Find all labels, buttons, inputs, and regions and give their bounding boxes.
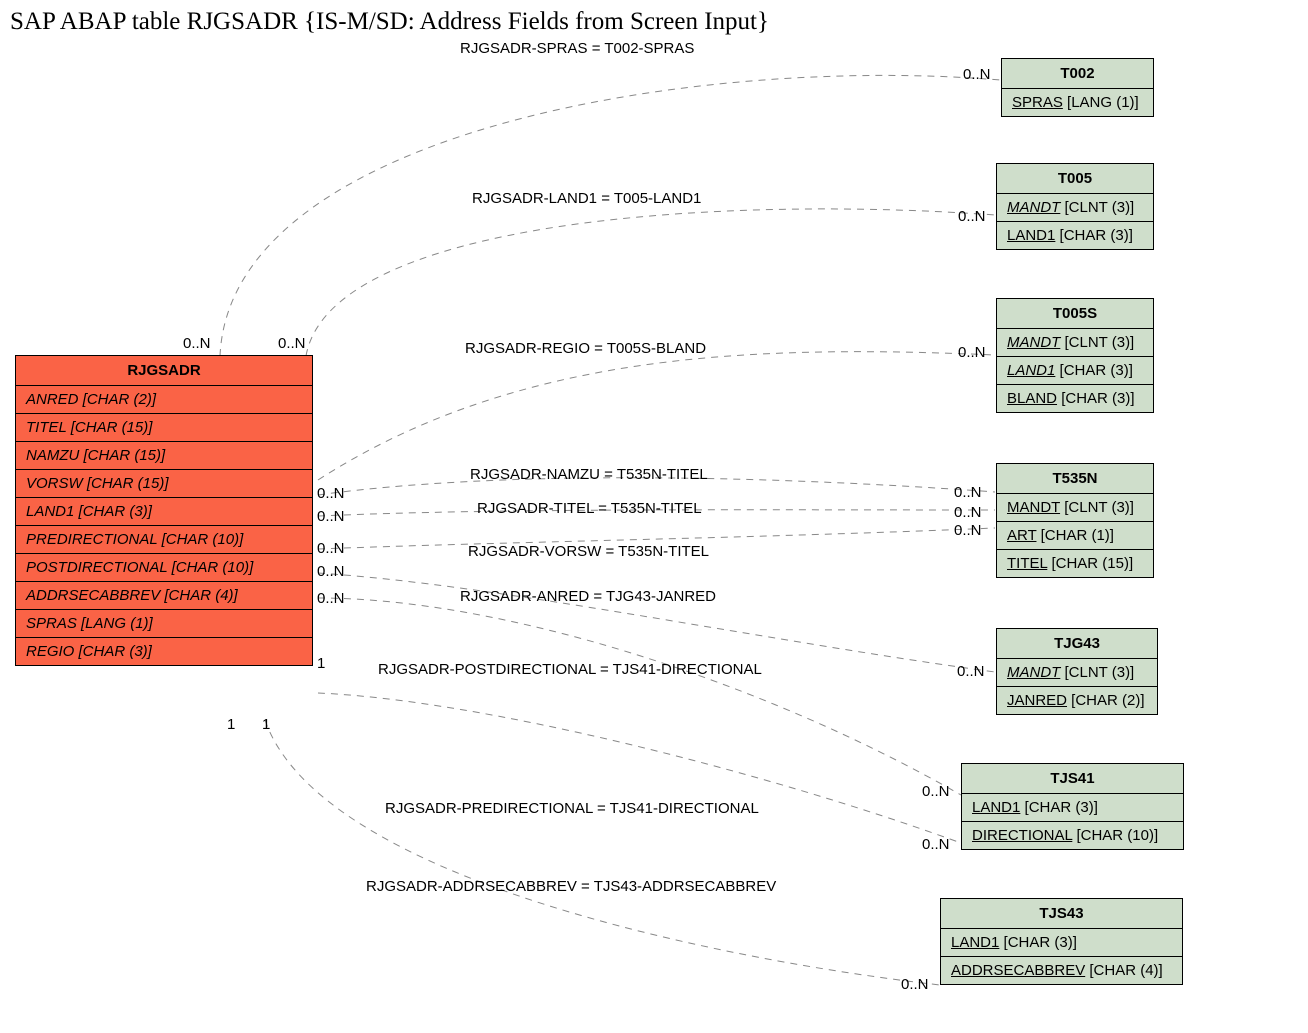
entity-row: SPRAS [LANG (1)] xyxy=(1002,89,1153,116)
relation-label: RJGSADR-SPRAS = T002-SPRAS xyxy=(460,40,694,57)
relation-label: RJGSADR-POSTDIRECTIONAL = TJS41-DIRECTIO… xyxy=(378,661,762,678)
relation-label: RJGSADR-ANRED = TJG43-JANRED xyxy=(460,588,716,605)
page-title: SAP ABAP table RJGSADR {IS-M/SD: Address… xyxy=(10,8,769,36)
entity-header: T005S xyxy=(997,299,1153,329)
cardinality: 0..N xyxy=(317,508,345,525)
entity-row: ART [CHAR (1)] xyxy=(997,522,1153,550)
entity-row: LAND1 [CHAR (3)] xyxy=(997,357,1153,385)
entity-row: BLAND [CHAR (3)] xyxy=(997,385,1153,412)
cardinality: 0..N xyxy=(317,540,345,557)
entity-rjgsadr: RJGSADR ANRED [CHAR (2)] TITEL [CHAR (15… xyxy=(15,355,313,666)
cardinality: 0..N xyxy=(954,522,982,539)
entity-row: DIRECTIONAL [CHAR (10)] xyxy=(962,822,1183,849)
entity-row: ADDRSECABBREV [CHAR (4)] xyxy=(16,582,312,610)
entity-header-rjgsadr: RJGSADR xyxy=(16,356,312,386)
entity-header: TJG43 xyxy=(997,629,1157,659)
entity-t002: T002 SPRAS [LANG (1)] xyxy=(1001,58,1154,117)
cardinality: 0..N xyxy=(958,208,986,225)
relation-label: RJGSADR-NAMZU = T535N-TITEL xyxy=(470,466,708,483)
entity-row: LAND1 [CHAR (3)] xyxy=(962,794,1183,822)
entity-row: TITEL [CHAR (15)] xyxy=(997,550,1153,577)
cardinality: 0..N xyxy=(317,563,345,580)
relation-label: RJGSADR-REGIO = T005S-BLAND xyxy=(465,340,706,357)
relation-label: RJGSADR-TITEL = T535N-TITEL xyxy=(477,500,702,517)
entity-row: VORSW [CHAR (15)] xyxy=(16,470,312,498)
cardinality: 0..N xyxy=(922,783,950,800)
cardinality: 1 xyxy=(262,716,270,733)
cardinality: 1 xyxy=(227,716,235,733)
entity-header: TJS43 xyxy=(941,899,1182,929)
entity-row: REGIO [CHAR (3)] xyxy=(16,638,312,665)
entity-header: T535N xyxy=(997,464,1153,494)
entity-row: MANDT [CLNT (3)] xyxy=(997,329,1153,357)
entity-row: TITEL [CHAR (15)] xyxy=(16,414,312,442)
entity-header: TJS41 xyxy=(962,764,1183,794)
entity-row: MANDT [CLNT (3)] xyxy=(997,194,1153,222)
entity-t005: T005 MANDT [CLNT (3)] LAND1 [CHAR (3)] xyxy=(996,163,1154,250)
entity-row: JANRED [CHAR (2)] xyxy=(997,687,1157,714)
entity-row: ADDRSECABBREV [CHAR (4)] xyxy=(941,957,1182,984)
entity-tjg43: TJG43 MANDT [CLNT (3)] JANRED [CHAR (2)] xyxy=(996,628,1158,715)
relation-label: RJGSADR-PREDIRECTIONAL = TJS41-DIRECTION… xyxy=(385,800,759,817)
entity-t535n: T535N MANDT [CLNT (3)] ART [CHAR (1)] TI… xyxy=(996,463,1154,578)
entity-row: NAMZU [CHAR (15)] xyxy=(16,442,312,470)
relation-label: RJGSADR-VORSW = T535N-TITEL xyxy=(468,543,709,560)
entity-row: PREDIRECTIONAL [CHAR (10)] xyxy=(16,526,312,554)
entity-row: MANDT [CLNT (3)] xyxy=(997,659,1157,687)
cardinality: 0..N xyxy=(317,485,345,502)
entity-tjs43: TJS43 LAND1 [CHAR (3)] ADDRSECABBREV [CH… xyxy=(940,898,1183,985)
entity-row: MANDT [CLNT (3)] xyxy=(997,494,1153,522)
entity-row: SPRAS [LANG (1)] xyxy=(16,610,312,638)
entity-header: T002 xyxy=(1002,59,1153,89)
cardinality: 0..N xyxy=(183,335,211,352)
entity-row: POSTDIRECTIONAL [CHAR (10)] xyxy=(16,554,312,582)
cardinality: 0..N xyxy=(278,335,306,352)
cardinality: 0..N xyxy=(901,976,929,993)
relation-label: RJGSADR-ADDRSECABBREV = TJS43-ADDRSECABB… xyxy=(366,878,776,895)
cardinality: 0..N xyxy=(317,590,345,607)
entity-row: LAND1 [CHAR (3)] xyxy=(16,498,312,526)
entity-row: LAND1 [CHAR (3)] xyxy=(997,222,1153,249)
entity-row: ANRED [CHAR (2)] xyxy=(16,386,312,414)
cardinality: 0..N xyxy=(963,66,991,83)
cardinality: 0..N xyxy=(954,484,982,501)
entity-t005s: T005S MANDT [CLNT (3)] LAND1 [CHAR (3)] … xyxy=(996,298,1154,413)
relation-label: RJGSADR-LAND1 = T005-LAND1 xyxy=(472,190,701,207)
cardinality: 0..N xyxy=(922,836,950,853)
entity-tjs41: TJS41 LAND1 [CHAR (3)] DIRECTIONAL [CHAR… xyxy=(961,763,1184,850)
cardinality: 0..N xyxy=(954,504,982,521)
cardinality: 0..N xyxy=(958,344,986,361)
entity-row: LAND1 [CHAR (3)] xyxy=(941,929,1182,957)
cardinality: 0..N xyxy=(957,663,985,680)
cardinality: 1 xyxy=(317,655,325,672)
entity-header: T005 xyxy=(997,164,1153,194)
